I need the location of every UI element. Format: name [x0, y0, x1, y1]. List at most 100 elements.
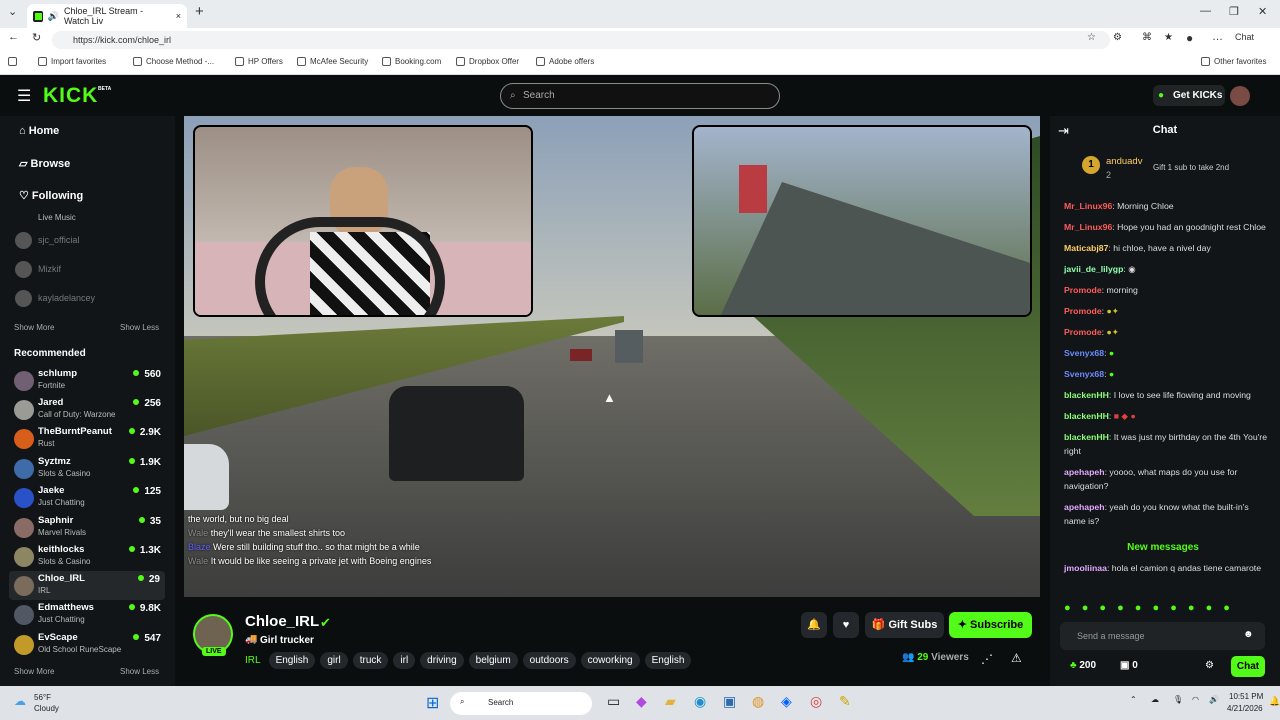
recommended-show-more[interactable]: Show More: [14, 667, 54, 676]
gift-subs-button[interactable]: 🎁 Gift Subs: [865, 612, 944, 638]
menu-dots-icon[interactable]: …: [1212, 31, 1223, 43]
tag[interactable]: girl: [320, 652, 348, 669]
bookmark-hp-offers[interactable]: HP Offers: [235, 57, 283, 66]
emote-quickbar[interactable]: ● ● ● ● ● ● ● ● ● ●: [1064, 602, 1269, 614]
edge-icon[interactable]: ◉: [694, 693, 706, 710]
channel-name[interactable]: Chloe_IRL: [245, 613, 319, 630]
bookmark-other-favorites[interactable]: Other favorites: [1201, 57, 1266, 66]
recommended-item-jaeke[interactable]: Jaeke Just Chatting 125: [0, 483, 175, 512]
pinned-user[interactable]: anduadv: [1106, 156, 1142, 167]
recommended-item-syztmz[interactable]: Syztmz Slots & Casino 1.9K: [0, 454, 175, 483]
follow-heart-button[interactable]: ♥: [833, 612, 859, 638]
app-icon[interactable]: ◍: [752, 693, 764, 710]
volume-icon[interactable]: 🔊: [1209, 695, 1219, 704]
stream-category[interactable]: Girl trucker: [260, 635, 314, 646]
taskbar-search[interactable]: ⌕ Search: [450, 692, 592, 715]
recommended-item-edmatthews[interactable]: Edmatthews Just Chatting 9.8K: [0, 600, 175, 629]
chat-send-button[interactable]: Chat: [1231, 656, 1265, 677]
tab-actions-icon[interactable]: ⌄: [8, 5, 17, 18]
subscribe-button[interactable]: ✦ Subscribe: [949, 612, 1032, 638]
emoji-picker-icon[interactable]: ☻: [1243, 629, 1254, 640]
bookmark-import-favorites[interactable]: Import favorites: [38, 57, 106, 66]
refresh-icon[interactable]: ↻: [32, 31, 41, 44]
tray-overflow-icon[interactable]: ⌃: [1130, 695, 1137, 704]
following-show-less[interactable]: Show Less: [120, 323, 159, 332]
store-icon[interactable]: ▣: [723, 693, 736, 710]
tag[interactable]: coworking: [580, 652, 640, 669]
tag[interactable]: belgium: [468, 652, 518, 669]
collections-bookmark-icon[interactable]: [8, 57, 17, 66]
nav-browse[interactable]: ▱ Browse: [19, 157, 70, 170]
gift-to-rank[interactable]: Gift 1 sub to take 2nd: [1153, 163, 1229, 172]
extensions-icon[interactable]: ⚙: [1113, 32, 1122, 43]
dropbox-icon[interactable]: ◈: [781, 693, 792, 710]
app-icon[interactable]: ✎: [839, 693, 851, 710]
kick-logo[interactable]: KICK: [43, 84, 98, 108]
irl-category-link[interactable]: IRL: [245, 655, 261, 666]
clock-time[interactable]: 10:51 PM: [1229, 692, 1263, 701]
close-tab-icon[interactable]: ×: [176, 11, 181, 21]
tag[interactable]: English: [644, 652, 692, 669]
temperature[interactable]: 56°F: [34, 693, 51, 702]
following-item-mizkif[interactable]: Mizkif: [14, 260, 164, 280]
recommended-item-saphnir[interactable]: Saphnir Marvel Rivals 35: [0, 513, 175, 542]
copilot-chat-button[interactable]: Chat: [1235, 32, 1254, 42]
collections-icon[interactable]: ⌘: [1142, 32, 1152, 43]
inventory-count[interactable]: ▣ 0: [1120, 660, 1138, 671]
user-avatar[interactable]: [1230, 86, 1250, 106]
windows-start-icon[interactable]: ⊞: [426, 693, 439, 713]
nav-home[interactable]: ⌂ Home: [19, 125, 59, 137]
following-item-live-music[interactable]: Live Music: [14, 209, 164, 229]
tag[interactable]: outdoors: [522, 652, 576, 669]
notification-bell-icon[interactable]: 🔔: [1269, 696, 1280, 707]
recommended-item-evscape[interactable]: EvScape Old School RuneScape 547: [0, 630, 175, 659]
app-icon[interactable]: ◎: [810, 693, 822, 710]
back-icon[interactable]: ←: [8, 31, 19, 43]
hamburger-menu-icon[interactable]: ☰: [17, 86, 31, 106]
favorite-star-icon[interactable]: ☆: [1087, 32, 1096, 43]
copilot-icon[interactable]: ◆: [636, 693, 647, 710]
video-player[interactable]: the world, but no big deal Wale they'll …: [184, 116, 1040, 597]
report-icon[interactable]: ⚠: [1011, 651, 1022, 665]
recommended-item-chloe-irl[interactable]: Chloe_IRL IRL 29: [9, 571, 165, 600]
recommended-show-less[interactable]: Show Less: [120, 667, 159, 676]
following-item-sjc-official[interactable]: sjc_official: [14, 231, 164, 251]
tag[interactable]: driving: [420, 652, 464, 669]
file-explorer-icon[interactable]: ▰: [665, 693, 676, 710]
tag[interactable]: irl: [393, 652, 416, 669]
new-messages-divider[interactable]: New messages: [1058, 542, 1268, 556]
onedrive-icon[interactable]: ☁: [1151, 695, 1159, 704]
recommended-item-schlump[interactable]: schlump Fortnite 560: [0, 366, 175, 395]
search-input[interactable]: ⌕ Search: [500, 83, 780, 109]
bookmark-choose-method[interactable]: Choose Method -...: [133, 57, 214, 66]
tag[interactable]: English: [268, 652, 316, 669]
wifi-icon[interactable]: ◠: [1192, 695, 1199, 704]
following-show-more[interactable]: Show More: [14, 323, 54, 332]
bookmark-booking[interactable]: Booking.com: [382, 57, 441, 66]
new-tab-icon[interactable]: +: [195, 3, 204, 20]
bookmark-adobe[interactable]: Adobe offers: [536, 57, 594, 66]
favorites-icon[interactable]: ★: [1164, 32, 1173, 43]
recommended-item-theburntpeanut[interactable]: TheBurntPeanut Rust 2.9K: [0, 424, 175, 453]
recommended-item-keithlocks[interactable]: keithlocks Slots & Casino 1.3K: [0, 542, 175, 571]
bookmark-mcafee[interactable]: McAfee Security: [297, 57, 368, 66]
chat-settings-icon[interactable]: ⚙: [1205, 660, 1214, 671]
url-field[interactable]: https://kick.com/chloe_irl: [52, 31, 1110, 49]
recommended-item-jared[interactable]: Jared Call of Duty: Warzone 256: [0, 395, 175, 424]
restore-icon[interactable]: ❐: [1229, 5, 1239, 18]
close-window-icon[interactable]: ✕: [1258, 5, 1267, 18]
task-view-icon[interactable]: ▭: [607, 693, 620, 710]
channel-points[interactable]: ♣ 200: [1070, 660, 1096, 671]
minimize-icon[interactable]: —: [1200, 5, 1211, 17]
notification-bell-button[interactable]: 🔔: [801, 612, 827, 638]
share-icon[interactable]: ⋰: [981, 652, 993, 666]
following-item-kayladelancey[interactable]: kayladelancey: [14, 289, 164, 309]
tag[interactable]: truck: [352, 652, 389, 669]
clock-date[interactable]: 4/21/2026: [1227, 704, 1263, 713]
get-kicks-button[interactable]: ● Get KICKs: [1153, 85, 1225, 106]
chat-input[interactable]: Send a message: [1060, 622, 1265, 650]
microphone-icon[interactable]: 🎙: [1173, 695, 1183, 704]
browser-tab[interactable]: 🔊 Chloe_IRL Stream - Watch Liv ×: [27, 4, 187, 28]
nav-following[interactable]: ♡ Following: [19, 189, 83, 202]
profile-icon[interactable]: ●: [1186, 31, 1193, 45]
